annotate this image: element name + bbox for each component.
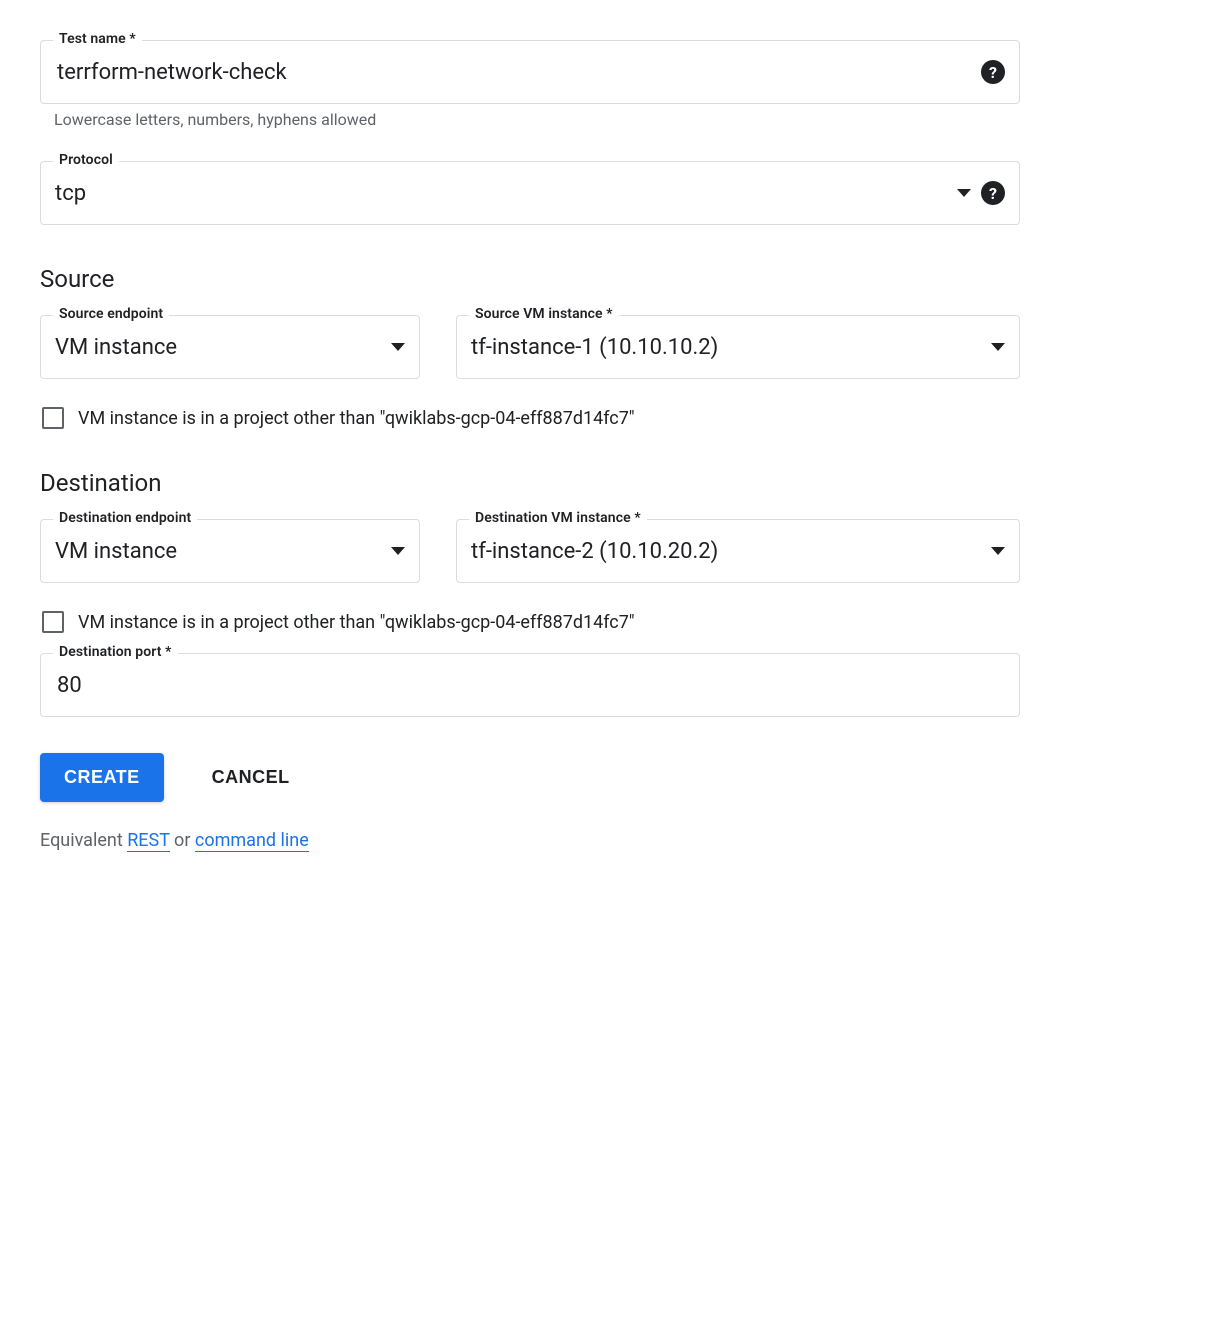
test-name-field[interactable]: Test name * ? xyxy=(40,40,1020,104)
protocol-label: Protocol xyxy=(53,152,119,168)
create-button[interactable]: CREATE xyxy=(40,753,164,802)
chevron-down-icon xyxy=(391,343,405,351)
source-vm-field[interactable]: Source VM instance * tf-instance-1 (10.1… xyxy=(456,315,1020,379)
source-other-project-row[interactable]: VM instance is in a project other than "… xyxy=(42,407,1020,429)
equivalent-prefix: Equivalent xyxy=(40,830,127,851)
destination-port-input[interactable] xyxy=(55,672,1005,699)
checkbox-icon[interactable] xyxy=(42,611,64,633)
button-row: CREATE CANCEL xyxy=(40,753,1020,802)
destination-endpoint-label: Destination endpoint xyxy=(53,510,197,526)
source-heading: Source xyxy=(40,265,1020,293)
destination-heading: Destination xyxy=(40,469,1020,497)
destination-port-label: Destination port * xyxy=(53,644,178,660)
test-name-input[interactable] xyxy=(55,59,971,86)
destination-vm-field[interactable]: Destination VM instance * tf-instance-2 … xyxy=(456,519,1020,583)
destination-endpoint-field[interactable]: Destination endpoint VM instance xyxy=(40,519,420,583)
source-endpoint-value: VM instance xyxy=(55,335,381,360)
command-line-link[interactable]: command line xyxy=(195,830,309,852)
source-row: Source endpoint VM instance Source VM in… xyxy=(40,315,1020,379)
chevron-down-icon xyxy=(391,547,405,555)
create-test-form: Test name * ? Lowercase letters, numbers… xyxy=(40,40,1020,851)
test-name-helper: Lowercase letters, numbers, hyphens allo… xyxy=(54,110,1020,129)
help-icon[interactable]: ? xyxy=(981,60,1005,84)
equivalent-line: Equivalent REST or command line xyxy=(40,830,1020,851)
destination-row: Destination endpoint VM instance Destina… xyxy=(40,519,1020,583)
destination-vm-value: tf-instance-2 (10.10.20.2) xyxy=(471,539,981,564)
protocol-value: tcp xyxy=(55,181,947,206)
source-vm-label: Source VM instance * xyxy=(469,306,619,322)
destination-other-project-row[interactable]: VM instance is in a project other than "… xyxy=(42,611,1020,633)
checkbox-icon[interactable] xyxy=(42,407,64,429)
source-other-project-label: VM instance is in a project other than "… xyxy=(78,408,635,429)
destination-port-field[interactable]: Destination port * xyxy=(40,653,1020,717)
source-endpoint-label: Source endpoint xyxy=(53,306,169,322)
equivalent-or: or xyxy=(170,830,195,851)
test-name-label: Test name * xyxy=(53,31,142,47)
destination-vm-label: Destination VM instance * xyxy=(469,510,647,526)
rest-link[interactable]: REST xyxy=(127,830,169,852)
destination-other-project-label: VM instance is in a project other than "… xyxy=(78,612,635,633)
cancel-button[interactable]: CANCEL xyxy=(208,753,294,802)
help-icon[interactable]: ? xyxy=(981,181,1005,205)
protocol-field[interactable]: Protocol tcp ? xyxy=(40,161,1020,225)
chevron-down-icon xyxy=(991,547,1005,555)
source-endpoint-field[interactable]: Source endpoint VM instance xyxy=(40,315,420,379)
chevron-down-icon xyxy=(991,343,1005,351)
source-vm-value: tf-instance-1 (10.10.10.2) xyxy=(471,335,981,360)
chevron-down-icon xyxy=(957,189,971,197)
destination-endpoint-value: VM instance xyxy=(55,539,381,564)
